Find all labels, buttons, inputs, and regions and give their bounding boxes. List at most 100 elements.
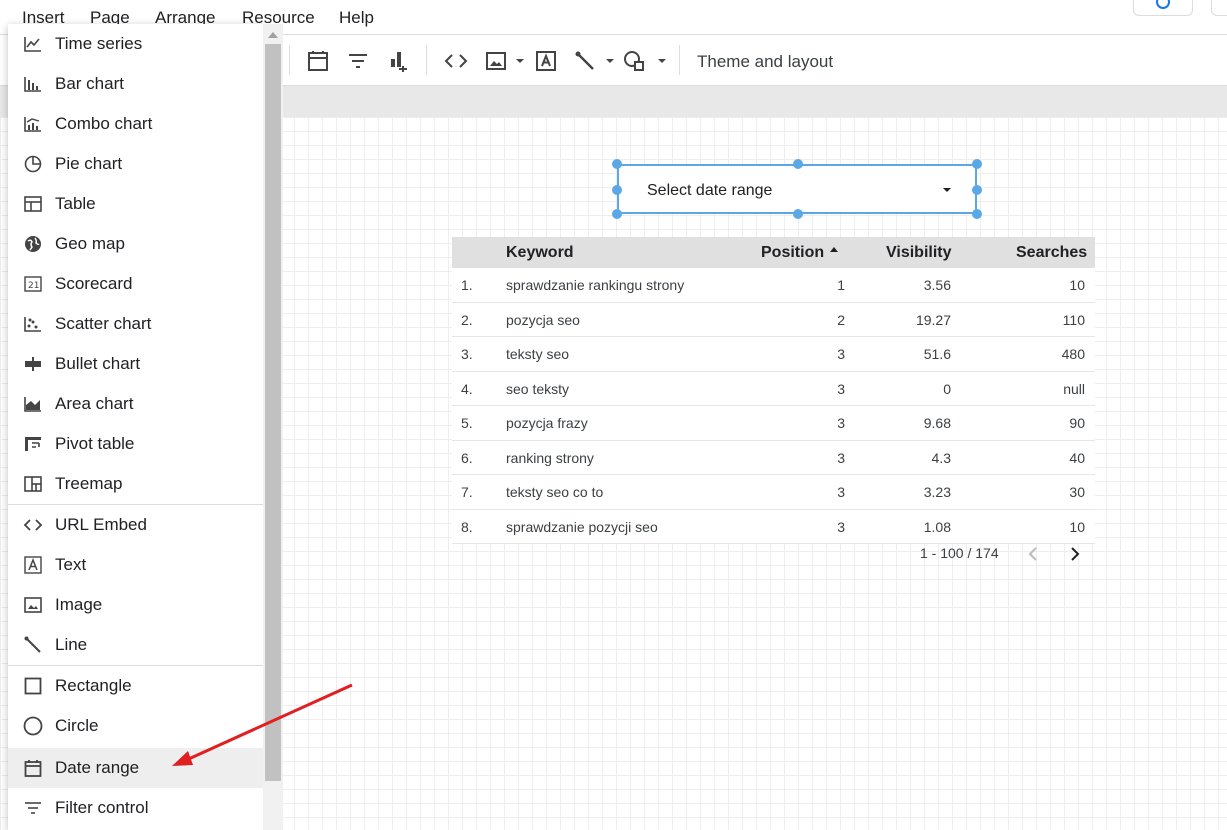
menu-item-filter[interactable]: Filter control: [8, 788, 263, 828]
resize-handle[interactable]: [793, 209, 803, 219]
combo-chart-icon: [22, 114, 44, 134]
menu-item-url-embed[interactable]: URL Embed: [8, 505, 263, 545]
table-row[interactable]: 4. seo teksty 3 0 null: [452, 371, 1095, 406]
menu-item-bar-chart[interactable]: Bar chart: [8, 64, 263, 104]
menu-item-geo-map[interactable]: Geo map: [8, 224, 263, 264]
menu-item-label: Treemap: [55, 474, 123, 493]
menu-item-combo-chart[interactable]: Combo chart: [8, 104, 263, 144]
cell-keyword: teksty seo co to: [506, 484, 604, 500]
menu-item-time-series[interactable]: Time series: [8, 24, 263, 64]
menu-item-label: Bullet chart: [55, 354, 141, 373]
resize-handle[interactable]: [972, 159, 982, 169]
data-control-icon[interactable]: [384, 47, 412, 75]
circle-icon: [22, 716, 44, 736]
cell-position: 3: [837, 449, 845, 466]
resize-handle[interactable]: [972, 209, 982, 219]
date-range-icon: [22, 758, 44, 778]
cell-visibility: 19.27: [915, 311, 951, 328]
refresh-button[interactable]: [1133, 0, 1193, 16]
cell-keyword: seo teksty: [506, 380, 570, 397]
table-row[interactable]: 8. sprawdzanie pozycji seo 3 1.08 10: [452, 509, 1095, 544]
header-action-button[interactable]: [1211, 0, 1227, 16]
resize-handle[interactable]: [793, 159, 803, 169]
menu-item-line[interactable]: Line: [8, 625, 263, 665]
cell-keyword: sprawdzanie rankingu strony: [506, 277, 685, 293]
date-range-icon[interactable]: [304, 47, 332, 75]
cell-searches: 10: [1069, 277, 1085, 293]
menu-divider: [8, 504, 263, 505]
menu-item-label: Pivot table: [55, 434, 135, 453]
row-index: 6.: [461, 449, 473, 466]
date-range-label: Select date range: [647, 182, 773, 199]
geo-map-icon: [22, 234, 44, 254]
next-page-icon[interactable]: [1068, 545, 1082, 568]
table-row[interactable]: 7. teksty seo co to 3 3.23 30: [452, 475, 1095, 510]
cell-searches: 90: [1069, 415, 1085, 431]
shape-icon[interactable]: [620, 47, 648, 75]
menu-help[interactable]: Help: [339, 8, 374, 28]
previous-page-icon[interactable]: [1026, 545, 1040, 568]
chevron-down-icon[interactable]: [506, 47, 534, 75]
filter-icon[interactable]: [344, 47, 372, 75]
theme-and-layout-button[interactable]: Theme and layout: [697, 52, 833, 72]
cell-searches: 110: [1062, 311, 1085, 328]
line-icon: [22, 635, 44, 655]
treemap-icon: [22, 474, 44, 494]
menu-item-image[interactable]: Image: [8, 585, 263, 625]
menu-item-label: Filter control: [55, 798, 149, 817]
menu-item-label: Image: [55, 595, 103, 614]
row-index: 8.: [461, 518, 473, 535]
cell-position: 3: [837, 380, 845, 397]
header-position[interactable]: Position: [761, 244, 824, 262]
cell-keyword: pozycja seo: [506, 311, 580, 328]
chevron-down-icon[interactable]: [648, 47, 676, 75]
menu-item-text[interactable]: Text: [8, 545, 263, 585]
table-row[interactable]: 5. pozycja frazy 3 9.68 90: [452, 406, 1095, 441]
menu-item-pivot-table[interactable]: Pivot table: [8, 424, 263, 464]
resize-handle[interactable]: [612, 209, 622, 219]
table-row[interactable]: 1. sprawdzanie rankingu strony 1 3.56 10: [452, 268, 1095, 303]
cell-position: 3: [837, 484, 845, 500]
cell-position: 1: [837, 277, 845, 293]
cell-keyword: pozycja frazy: [506, 415, 588, 431]
table-row[interactable]: 6. ranking strony 3 4.3 40: [452, 440, 1095, 475]
keyword-table[interactable]: Keyword Position Visibility Searches 1. s…: [452, 237, 1095, 544]
header-searches[interactable]: Searches: [1016, 244, 1087, 262]
resize-handle[interactable]: [612, 185, 622, 195]
toolbar-separator: [679, 45, 680, 75]
menu-item-label: Bar chart: [55, 74, 124, 93]
row-index: 4.: [461, 380, 473, 397]
row-index: 5.: [461, 415, 473, 431]
row-index: 7.: [461, 484, 473, 500]
menu-item-area-chart[interactable]: Area chart: [8, 384, 263, 424]
cell-visibility: 1.08: [923, 518, 951, 535]
menu-item-table[interactable]: Table: [8, 184, 263, 224]
menu-item-bullet-chart[interactable]: Bullet chart: [8, 344, 263, 384]
resize-handle[interactable]: [972, 185, 982, 195]
menu-item-pie-chart[interactable]: Pie chart: [8, 144, 263, 184]
dropdown-arrow-icon: [943, 188, 951, 192]
menu-item-treemap[interactable]: Treemap: [8, 464, 263, 504]
scroll-up-icon[interactable]: [268, 32, 278, 38]
resize-handle[interactable]: [612, 159, 622, 169]
cell-keyword: sprawdzanie pozycji seo: [506, 518, 658, 535]
menu-item-label: Line: [55, 635, 88, 654]
table-row[interactable]: 2. pozycja seo 2 19.27 110: [452, 302, 1095, 337]
menu-scrollbar-thumb[interactable]: [265, 44, 281, 781]
header-keyword[interactable]: Keyword: [506, 244, 574, 262]
menu-item-label: Scorecard: [55, 274, 133, 293]
image-icon: [22, 595, 44, 615]
time-series-icon: [22, 34, 44, 54]
header-visibility[interactable]: Visibility: [886, 244, 952, 262]
date-range-control[interactable]: Select date range: [617, 164, 977, 214]
cell-position: 3: [837, 346, 845, 362]
menu-item-label: Combo chart: [55, 114, 153, 133]
menu-item-scatter-chart[interactable]: Scatter chart: [8, 304, 263, 344]
menu-item-scorecard[interactable]: 21 Scorecard: [8, 264, 263, 304]
rectangle-icon: [22, 676, 44, 696]
text-icon[interactable]: [532, 47, 560, 75]
pagination-label: 1 - 100 / 174: [920, 545, 999, 561]
url-embed-icon[interactable]: [442, 47, 470, 75]
menu-item-label: Pie chart: [55, 154, 123, 173]
table-row[interactable]: 3. teksty seo 3 51.6 480: [452, 337, 1095, 372]
